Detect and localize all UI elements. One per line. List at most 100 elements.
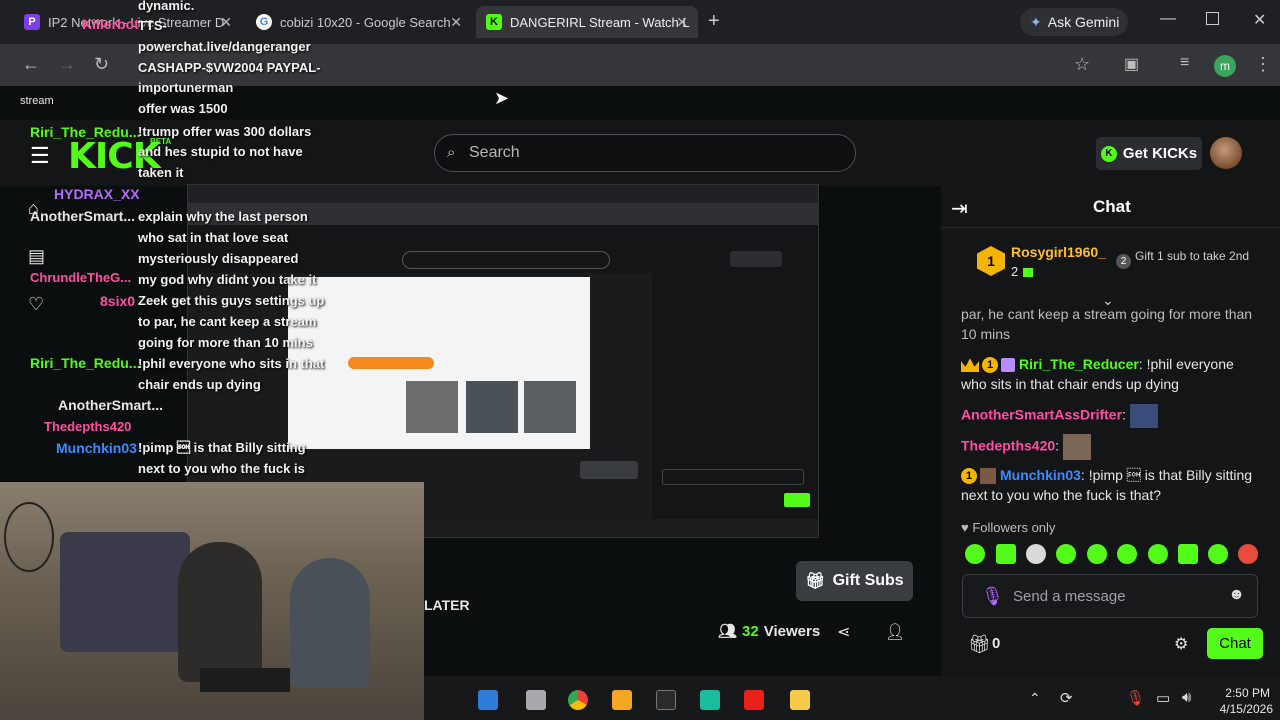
nested-product-image: [466, 381, 518, 433]
top-gifter-name[interactable]: Rosygirl1960_: [1011, 244, 1106, 260]
close-icon[interactable]: ✕: [676, 14, 688, 31]
following-heart-icon[interactable]: ♡: [28, 294, 44, 315]
gift-subs-label: Gift Subs: [832, 572, 904, 589]
network-icon[interactable]: ▭: [1156, 689, 1170, 707]
sync-icon[interactable]: ⟳: [1060, 689, 1073, 707]
emote-icon[interactable]: [1026, 544, 1046, 564]
tray-chevron-icon[interactable]: ⌃: [1029, 690, 1041, 707]
chat-username[interactable]: Thedepths420: [961, 438, 1055, 454]
windows-taskbar: [424, 676, 1280, 720]
emote-icon[interactable]: [1238, 544, 1258, 564]
collapse-chat-icon[interactable]: ⇥: [951, 196, 968, 221]
file-explorer-icon[interactable]: [790, 690, 810, 710]
chat-settings-gear-icon[interactable]: ⚙︎: [1174, 634, 1188, 654]
youtube-icon[interactable]: [744, 690, 764, 710]
windows-start-icon[interactable]: [478, 690, 498, 710]
back-icon[interactable]: ←: [22, 54, 40, 75]
volume-icon[interactable]: 🔊︎: [1182, 689, 1191, 706]
bookmark-star-icon[interactable]: ☆: [1074, 54, 1090, 75]
overlay-message: dynamic.: [138, 0, 195, 13]
profile-avatar[interactable]: m: [1214, 55, 1236, 77]
emote-icon[interactable]: [1056, 544, 1076, 564]
search-input[interactable]: ⌕ Search: [434, 134, 856, 172]
overlay-username: ChrundleTheG...: [30, 270, 132, 285]
google-icon: G: [256, 14, 272, 30]
chat-username[interactable]: Munchkin03: [1000, 467, 1081, 483]
ask-gemini-button[interactable]: ✦ Ask Gemini: [1020, 8, 1128, 36]
microphone-icon[interactable]: 🎙︎: [981, 586, 1004, 607]
media-controls-icon[interactable]: ≡: [1180, 54, 1189, 72]
tab-label: DANGERIRL Stream - Watch L: [510, 14, 690, 30]
hamburger-menu-icon[interactable]: ☰: [30, 143, 50, 169]
emote-icon[interactable]: [965, 544, 985, 564]
emote-icon[interactable]: [1148, 544, 1168, 564]
search-icon: ⌕: [447, 144, 456, 161]
chat-send-button[interactable]: Chat: [1207, 628, 1263, 659]
minimize-icon[interactable]: —: [1160, 10, 1176, 28]
nested-tab-bar: [188, 185, 818, 203]
overlay-message: chair ends up dying: [138, 377, 261, 392]
heart-icon: ♥︎: [961, 520, 973, 535]
mic-tray-icon[interactable]: 🎙︎: [1126, 689, 1145, 707]
tab-label: cobizi 10x20 - Google Search: [280, 14, 451, 30]
chat-input[interactable]: 🎙︎ Send a message ☻: [962, 574, 1258, 618]
viewer-count: 👥︎ 32 Viewers: [718, 622, 820, 641]
kick-coin-icon: K: [1100, 145, 1117, 162]
epic-games-icon[interactable]: [656, 690, 676, 710]
rockstar-launcher-icon[interactable]: [612, 690, 632, 710]
gift-cta[interactable]: Gift 1 sub to take 2nd: [1135, 250, 1255, 263]
chat-message: 1 Munchkin03: !pimp  is that Billy sitti…: [961, 467, 1253, 503]
ask-gemini-label: Ask Gemini: [1047, 14, 1120, 30]
follow-user-icon[interactable]: 👤︎: [885, 622, 905, 642]
close-icon[interactable]: ✕: [220, 14, 232, 31]
overlay-message: Zeek get this guys settings up: [138, 293, 325, 308]
forward-icon[interactable]: →: [58, 54, 76, 75]
emote-icon[interactable]: [1117, 544, 1137, 564]
overlay-username: Killerbot: [82, 16, 139, 32]
gift-subs-button[interactable]: 🎁︎ Gift Subs: [796, 561, 913, 601]
tab-google[interactable]: G cobizi 10x20 - Google Search ✕: [246, 6, 472, 38]
overlay-message: who sat in that love seat: [138, 230, 289, 245]
get-kicks-button[interactable]: K Get KICKs: [1096, 137, 1202, 170]
gemini-sparkle-icon: ✦: [1030, 13, 1042, 30]
overlay-username: Riri_The_Redu...: [30, 124, 141, 140]
emote-icon[interactable]: [1087, 544, 1107, 564]
emoji-picker-icon[interactable]: ☻: [1228, 586, 1245, 604]
clock-date[interactable]: 4/15/2026: [1200, 702, 1273, 716]
overlay-message: CASHAPP-$VW2004 PAYPAL-: [138, 60, 321, 75]
tab-kick[interactable]: K DANGERIRL Stream - Watch L ✕: [476, 6, 698, 38]
webcam-keyboard: [200, 668, 290, 692]
emote-icon[interactable]: [1178, 544, 1198, 564]
tab-search-icon[interactable]: ▣: [1124, 54, 1139, 74]
chat-username[interactable]: AnotherSmartAssDrifter: [961, 407, 1122, 423]
close-icon[interactable]: ✕: [450, 14, 462, 31]
browse-icon[interactable]: ▤: [28, 246, 45, 267]
webcam-person: [290, 558, 370, 688]
chat-username[interactable]: Riri_The_Reducer: [1019, 356, 1139, 372]
task-view-icon[interactable]: [526, 690, 546, 710]
app-icon[interactable]: [700, 690, 720, 710]
share-icon[interactable]: ⋖: [837, 622, 850, 642]
emote-icon[interactable]: [1208, 544, 1228, 564]
emote-icon[interactable]: [996, 544, 1016, 564]
rank-badge-icon: 1: [961, 468, 977, 485]
overlay-message: going for more than 10 mins: [138, 335, 313, 350]
later-text: LATER: [424, 597, 470, 613]
overlay-message: next to you who the fuck is: [138, 461, 305, 476]
overlay-message: TTS-: [138, 18, 167, 33]
user-avatar[interactable]: [1210, 137, 1242, 169]
overlay-message: !pimp  is that Billy sitting: [138, 440, 306, 455]
reload-icon[interactable]: ↻: [94, 54, 109, 75]
search-placeholder: Search: [469, 144, 520, 161]
new-tab-icon[interactable]: +: [708, 10, 720, 33]
nested-get-kicks: [730, 251, 782, 267]
maximize-icon[interactable]: [1206, 12, 1219, 25]
kicks-gift-icon[interactable]: 🎁︎: [968, 634, 991, 655]
chat-title: Chat: [1093, 197, 1131, 216]
close-window-icon[interactable]: ✕: [1253, 10, 1266, 30]
clock-time[interactable]: 2:50 PM: [1200, 686, 1270, 700]
viewers-icon: 👥︎: [718, 623, 738, 640]
menu-dots-icon[interactable]: ⋮: [1254, 54, 1272, 75]
gift-icon: 🎁︎: [805, 573, 826, 590]
chrome-icon[interactable]: [568, 690, 588, 710]
